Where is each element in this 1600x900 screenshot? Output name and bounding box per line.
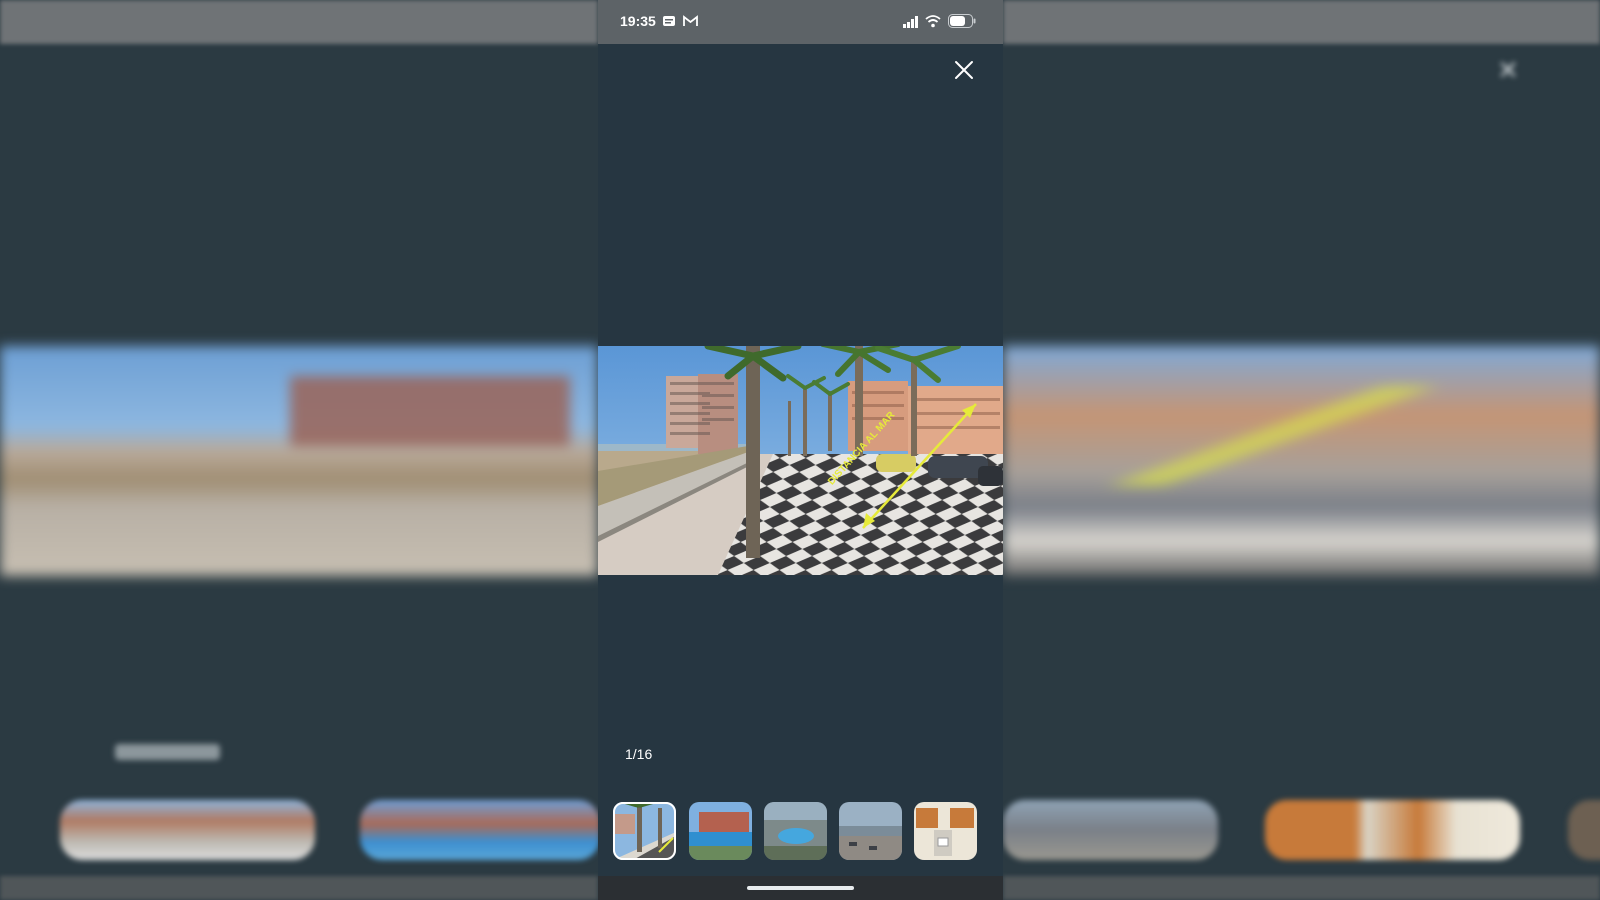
image-counter: 1/16 (625, 746, 653, 762)
thumbnail-2[interactable] (689, 802, 752, 860)
thumbnail-3[interactable] (764, 802, 827, 860)
blurred-backdrop-left (0, 0, 598, 900)
blurred-bottom-strip (1003, 876, 1600, 900)
blurred-bottom-strip (0, 876, 598, 900)
blurred-status-bar (0, 0, 598, 44)
blurred-status-bar (1003, 0, 1600, 44)
home-indicator[interactable] (747, 886, 854, 890)
signal-icon (903, 16, 918, 28)
thumbnail-strip[interactable] (613, 802, 1018, 860)
status-bar: 19:35 (598, 0, 1003, 44)
blurred-backdrop-right: ✕ (1003, 0, 1600, 900)
blurred-counter (115, 744, 220, 760)
close-icon[interactable] (948, 54, 980, 86)
photo-viewer: 19:35 DISTANCIA AL MAR 1/16 (598, 0, 1003, 900)
status-time: 19:35 (620, 13, 656, 29)
thumbnail-1[interactable] (613, 802, 676, 860)
thumbnail-5[interactable] (914, 802, 977, 860)
blurred-close-icon: ✕ (1497, 55, 1519, 85)
wifi-icon (925, 15, 941, 28)
blurred-thumbnails (0, 800, 598, 862)
battery-icon (948, 14, 976, 28)
thumbnail-4[interactable] (839, 802, 902, 860)
message-icon (663, 16, 675, 26)
blurred-thumbnails (1003, 800, 1600, 862)
gmail-icon (683, 15, 698, 26)
blurred-photo (1003, 346, 1600, 576)
main-photo[interactable] (598, 346, 1003, 575)
blurred-photo (0, 346, 598, 576)
